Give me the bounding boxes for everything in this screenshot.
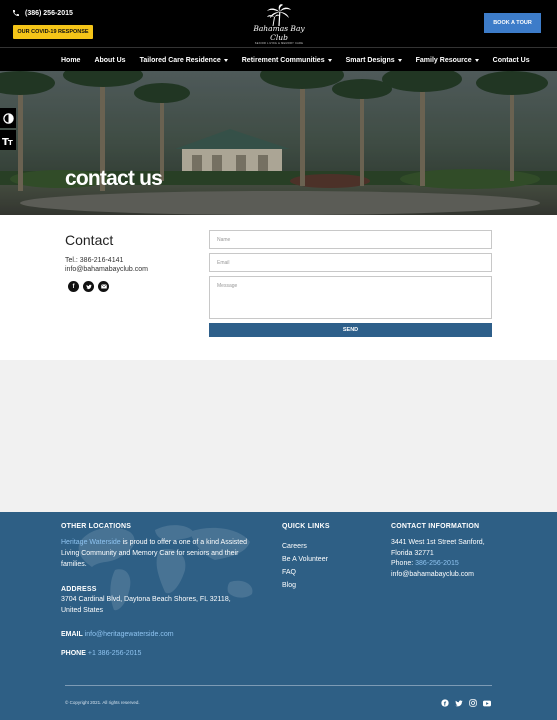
accessibility-toolbar: TT	[0, 108, 16, 150]
logo-subtext: SENIOR LIVING & MEMORY CARE	[254, 42, 304, 45]
quick-link-blog[interactable]: Blog	[282, 579, 328, 592]
main-navigation: Home About Us Tailored Care Residence Retir…	[0, 47, 557, 71]
nav-item-contact-us[interactable]: Contact Us	[493, 57, 530, 64]
site-footer: OTHER LOCATIONS Heritage Waterside is pr…	[0, 512, 557, 720]
heritage-waterside-link[interactable]: Heritage Waterside	[61, 539, 121, 546]
facebook-icon[interactable]: f	[68, 281, 79, 292]
footer-phone-row: PHONE +1 386-256-2015	[61, 649, 261, 660]
contact-info-address-1: 3441 West 1st Street Sanford,	[391, 539, 485, 546]
youtube-icon[interactable]	[483, 699, 491, 707]
contact-tel[interactable]: Tel.: 386-216-4141	[65, 257, 123, 264]
other-locations-heading: OTHER LOCATIONS	[61, 523, 132, 530]
contact-section: Contact Tel.: 386-216-4141 info@bahamaba…	[0, 215, 557, 360]
top-bar: (386) 256-2015 OUR COVID-19 RESPONSE Bah…	[0, 0, 557, 47]
site-logo[interactable]: Bahamas Bay Club SENIOR LIVING & MEMORY …	[244, 4, 314, 45]
quick-links-list: Careers Be A Volunteer FAQ Blog	[282, 540, 328, 592]
font-size-icon[interactable]: TT	[0, 130, 16, 150]
nav-item-label: About Us	[94, 56, 126, 64]
nav-item-about-us[interactable]: About Us	[94, 57, 125, 64]
nav-item-home[interactable]: Home	[61, 57, 80, 64]
email-icon[interactable]	[98, 281, 109, 292]
contact-heading: Contact	[65, 232, 114, 248]
footer-phone-link[interactable]: +1 386-256-2015	[88, 650, 142, 657]
covid-response-button[interactable]: OUR COVID-19 RESPONSE	[13, 25, 93, 39]
header-phone-text: (386) 256-2015	[25, 9, 73, 17]
quick-links-heading: QUICK LINKS	[282, 523, 330, 530]
footer-divider	[65, 685, 492, 686]
instagram-icon[interactable]	[469, 699, 477, 707]
contact-info-phone-link[interactable]: 386-256-2015	[415, 560, 459, 567]
caret-down-icon	[327, 58, 332, 62]
contact-info-phone-row: Phone: 386-256-2015	[391, 559, 521, 570]
facebook-icon[interactable]: f	[441, 699, 449, 707]
caret-down-icon	[474, 58, 479, 62]
map-placeholder-area	[0, 360, 557, 512]
footer-email-row: EMAIL info@heritagewaterside.com	[61, 630, 261, 641]
phone-label: PHONE	[61, 650, 86, 657]
contrast-icon[interactable]	[0, 108, 16, 128]
send-button[interactable]: SEND	[209, 323, 492, 337]
phone-icon	[13, 10, 19, 16]
page-title: contact us	[65, 167, 163, 190]
copyright-text: © Copyright 2021. All rights reserved.	[65, 700, 140, 705]
svg-text:T: T	[8, 139, 13, 146]
caret-down-icon	[397, 58, 402, 62]
hero-banner: contact us	[0, 71, 557, 215]
caret-down-icon	[223, 58, 228, 62]
contact-info-heading: CONTACT INFORMATION	[391, 523, 480, 530]
nav-item-label: Home	[61, 56, 81, 64]
message-field[interactable]: Message	[209, 276, 492, 319]
header-phone[interactable]: (386) 256-2015	[12, 9, 73, 17]
address-text: 3704 Cardinal Blvd, Daytona Beach Shores…	[61, 596, 231, 614]
contact-socials: f	[68, 281, 109, 292]
nav-item-label: Family Resource	[415, 56, 472, 64]
nav-item-label: Contact Us	[492, 56, 530, 64]
footer-socials: f	[441, 699, 491, 707]
palm-tree-logo-icon	[267, 4, 291, 26]
contact-info-email[interactable]: info@bahamabayclub.com	[391, 570, 521, 581]
book-tour-button[interactable]: BOOK A TOUR	[484, 13, 541, 33]
name-field[interactable]: Name	[209, 230, 492, 249]
quick-link-careers[interactable]: Careers	[282, 540, 328, 553]
email-field[interactable]: Email	[209, 253, 492, 272]
email-label: EMAIL	[61, 631, 83, 638]
twitter-icon[interactable]	[455, 699, 463, 707]
contact-email[interactable]: info@bahamabayclub.com	[65, 266, 148, 273]
nav-item-label: Smart Designs	[345, 56, 395, 64]
nav-item-label: Retirement Communities	[241, 56, 325, 64]
nav-item-smart-designs[interactable]: Smart Designs	[346, 57, 402, 64]
footer-email-link[interactable]: info@heritagewaterside.com	[85, 631, 174, 638]
nav-item-family-resource[interactable]: Family Resource	[416, 57, 479, 64]
nav-item-retirement-communities[interactable]: Retirement Communities	[242, 57, 332, 64]
quick-link-be-a-volunteer[interactable]: Be A Volunteer	[282, 553, 328, 566]
address-heading: ADDRESS	[61, 586, 97, 593]
other-locations-text: Heritage Waterside is proud to offer a o…	[61, 538, 251, 570]
twitter-icon[interactable]	[83, 281, 94, 292]
nav-item-tailored-care-residence[interactable]: Tailored Care Residence	[140, 57, 228, 64]
quick-link-faq[interactable]: FAQ	[282, 566, 328, 579]
logo-text: Bahamas Bay Club	[253, 24, 305, 42]
hero-background-image	[0, 71, 557, 215]
contact-info-phone-label: Phone:	[391, 560, 414, 567]
nav-item-label: Tailored Care Residence	[139, 56, 221, 64]
